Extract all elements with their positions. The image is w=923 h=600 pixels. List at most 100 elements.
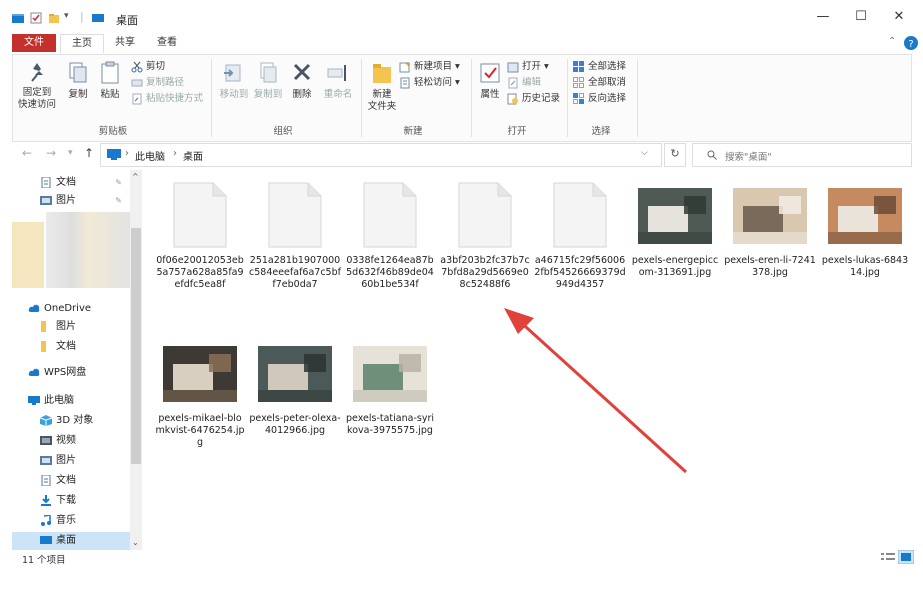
move-to-icon — [224, 64, 241, 82]
paste-button[interactable]: 粘贴 — [95, 61, 125, 101]
file-item[interactable]: a46715fc29f560062fbf54526669379d949d4357 — [534, 182, 626, 291]
sidebar-scroll-thumb[interactable] — [131, 228, 141, 464]
sidebar-item[interactable]: 文档 ✎ — [12, 174, 134, 192]
scissors-icon — [131, 61, 143, 72]
sidebar-item[interactable]: 3D 对象 — [12, 412, 134, 430]
new-folder-button[interactable]: 新建 文件夹 — [367, 61, 397, 113]
address-bar[interactable]: › 此电脑 › 桌面 ⌵ — [100, 143, 662, 167]
delete-button[interactable]: 删除 — [287, 61, 317, 101]
large-icons-view-icon[interactable] — [898, 550, 914, 564]
sidebar-item[interactable]: 文档 — [12, 338, 134, 356]
window-title: 桌面 — [116, 14, 138, 27]
invert-selection-button[interactable]: 反向选择 — [573, 91, 626, 107]
tab-home[interactable]: 主页 — [60, 34, 104, 53]
help-icon[interactable]: ? — [904, 36, 918, 50]
close-button[interactable]: ✕ — [884, 6, 914, 28]
details-view-icon[interactable] — [880, 550, 896, 564]
ribbon-separator — [637, 59, 638, 137]
maximize-button[interactable]: ☐ — [846, 6, 876, 28]
new-item-button[interactable]: 新建项目 ▾ — [399, 59, 460, 75]
pin-icon: ✎ — [115, 178, 122, 187]
move-to-label: 移动到 — [219, 89, 249, 100]
copy-to-button[interactable]: 复制到 — [251, 61, 285, 101]
up-arrow-icon[interactable]: ↑ — [84, 146, 94, 160]
status-item-count: 11 个项目 — [22, 555, 66, 566]
file-name: 0338fe1264ea87b5d632f46b89de0460b1be534f — [346, 255, 434, 290]
edit-button[interactable]: 编辑 — [507, 75, 541, 91]
file-item[interactable]: 0f06e20012053eb5a757a628a85fa9efdfc5ea8f — [154, 182, 246, 291]
select-all-label: 全部选择 — [588, 61, 627, 72]
open-button[interactable]: 打开 ▾ — [507, 59, 549, 75]
minimize-button[interactable]: — — [808, 6, 838, 28]
sidebar-item[interactable]: OneDrive — [12, 300, 134, 318]
rename-label: 重命名 — [323, 89, 353, 100]
sidebar-item[interactable]: 图片 — [12, 318, 134, 336]
sidebar-item[interactable]: 图片 — [12, 452, 134, 470]
file-item[interactable]: pexels-mikael-blomkvist-6476254.jpg — [154, 340, 246, 449]
image-thumbnail — [353, 346, 427, 402]
search-box[interactable]: 搜索"桌面" — [692, 143, 912, 167]
invert-selection-label: 反向选择 — [588, 93, 627, 104]
sidebar-item[interactable]: 桌面 — [12, 532, 134, 550]
blank-file-icon — [173, 182, 227, 248]
tab-view[interactable]: 查看 — [148, 34, 186, 52]
blank-file-icon — [553, 182, 607, 248]
sidebar-item[interactable]: 文档 — [12, 472, 134, 490]
scroll-down-chevron-icon[interactable]: ⌄ — [132, 538, 139, 547]
select-all-button[interactable]: 全部选择 — [573, 59, 626, 75]
copy-button[interactable]: 复制 — [63, 61, 93, 101]
file-item[interactable]: pexels-lukas-684314.jpg — [819, 182, 911, 279]
sidebar-item[interactable]: 视频 — [12, 432, 134, 450]
file-item[interactable]: pexels-eren-li-7241378.jpg — [724, 182, 816, 279]
sidebar-item-label: 文档 — [56, 475, 76, 486]
breadcrumb-this-pc[interactable]: 此电脑 — [135, 148, 165, 163]
ribbon-separator — [211, 59, 212, 137]
sidebar-item[interactable]: 此电脑 — [12, 392, 134, 410]
properties-button[interactable]: 属性 — [475, 61, 505, 101]
ribbon-separator — [567, 59, 568, 137]
history-button[interactable]: 历史记录 — [507, 91, 560, 107]
file-item[interactable]: pexels-peter-olexa-4012966.jpg — [249, 340, 341, 437]
sidebar-item[interactable]: 图片 ✎ — [12, 192, 134, 210]
tab-share[interactable]: 共享 — [106, 34, 144, 52]
file-item[interactable]: pexels-energepiccom-313691.jpg — [629, 182, 721, 279]
copy-icon — [69, 62, 87, 83]
edit-icon — [508, 77, 518, 88]
file-item[interactable]: 0338fe1264ea87b5d632f46b89de0460b1be534f — [344, 182, 436, 291]
new-folder-quick-icon[interactable] — [48, 12, 60, 24]
open-label: 打开 ▾ — [522, 61, 549, 72]
select-none-button[interactable]: 全部取消 — [573, 75, 626, 91]
address-dropdown-chevron-icon[interactable]: ⌵ — [641, 148, 648, 158]
cut-button[interactable]: 剪切 — [131, 59, 165, 75]
scroll-up-chevron-icon[interactable]: ^ — [132, 172, 139, 181]
paste-shortcut-button[interactable]: 粘贴快捷方式 — [131, 91, 203, 107]
refresh-button[interactable]: ↻ — [664, 143, 686, 167]
rename-button[interactable]: 重命名 — [319, 61, 357, 101]
forward-arrow-icon[interactable]: → — [46, 146, 56, 160]
file-item[interactable]: pexels-tatiana-syrikova-3975575.jpg — [344, 340, 436, 437]
quick-access-dropdown[interactable]: ▾ — [64, 11, 69, 21]
properties-quick-icon[interactable] — [30, 12, 42, 24]
copy-path-label: 复制路径 — [146, 77, 185, 88]
recent-locations-chevron-icon[interactable]: ▾ — [68, 148, 73, 158]
move-to-button[interactable]: 移动到 — [217, 61, 251, 101]
select-none-icon — [573, 76, 584, 88]
annotation-arrow — [504, 308, 688, 474]
back-arrow-icon[interactable]: ← — [22, 146, 32, 160]
ribbon-collapse-button[interactable]: ⌃ — [888, 36, 896, 47]
breadcrumb-desktop[interactable]: 桌面 — [183, 148, 203, 163]
rename-icon — [327, 65, 346, 81]
pin-quick-access-button[interactable]: 固定到 快速访问 — [17, 61, 57, 111]
easy-access-button[interactable]: 轻松访问 ▾ — [399, 75, 460, 91]
sidebar-item[interactable]: 音乐 — [12, 512, 134, 530]
copy-path-button[interactable]: 复制路径 — [131, 75, 184, 91]
sidebar-item[interactable]: 下载 — [12, 492, 134, 510]
tab-file[interactable]: 文件 — [12, 34, 56, 52]
file-item[interactable]: a3bf203b2fc37b7c7bfd8a29d5669e08c52488f6 — [439, 182, 531, 291]
sidebar-item-label: 桌面 — [56, 535, 76, 546]
search-placeholder: 搜索"桌面" — [725, 152, 772, 163]
sidebar-item[interactable]: WPS网盘 — [12, 364, 134, 382]
file-item[interactable]: 251a281b1907000c584eeefaf6a7c5bff7eb0da7 — [249, 182, 341, 291]
file-name: a46715fc29f560062fbf54526669379d949d4357 — [534, 255, 626, 290]
blurred-region — [12, 222, 44, 288]
